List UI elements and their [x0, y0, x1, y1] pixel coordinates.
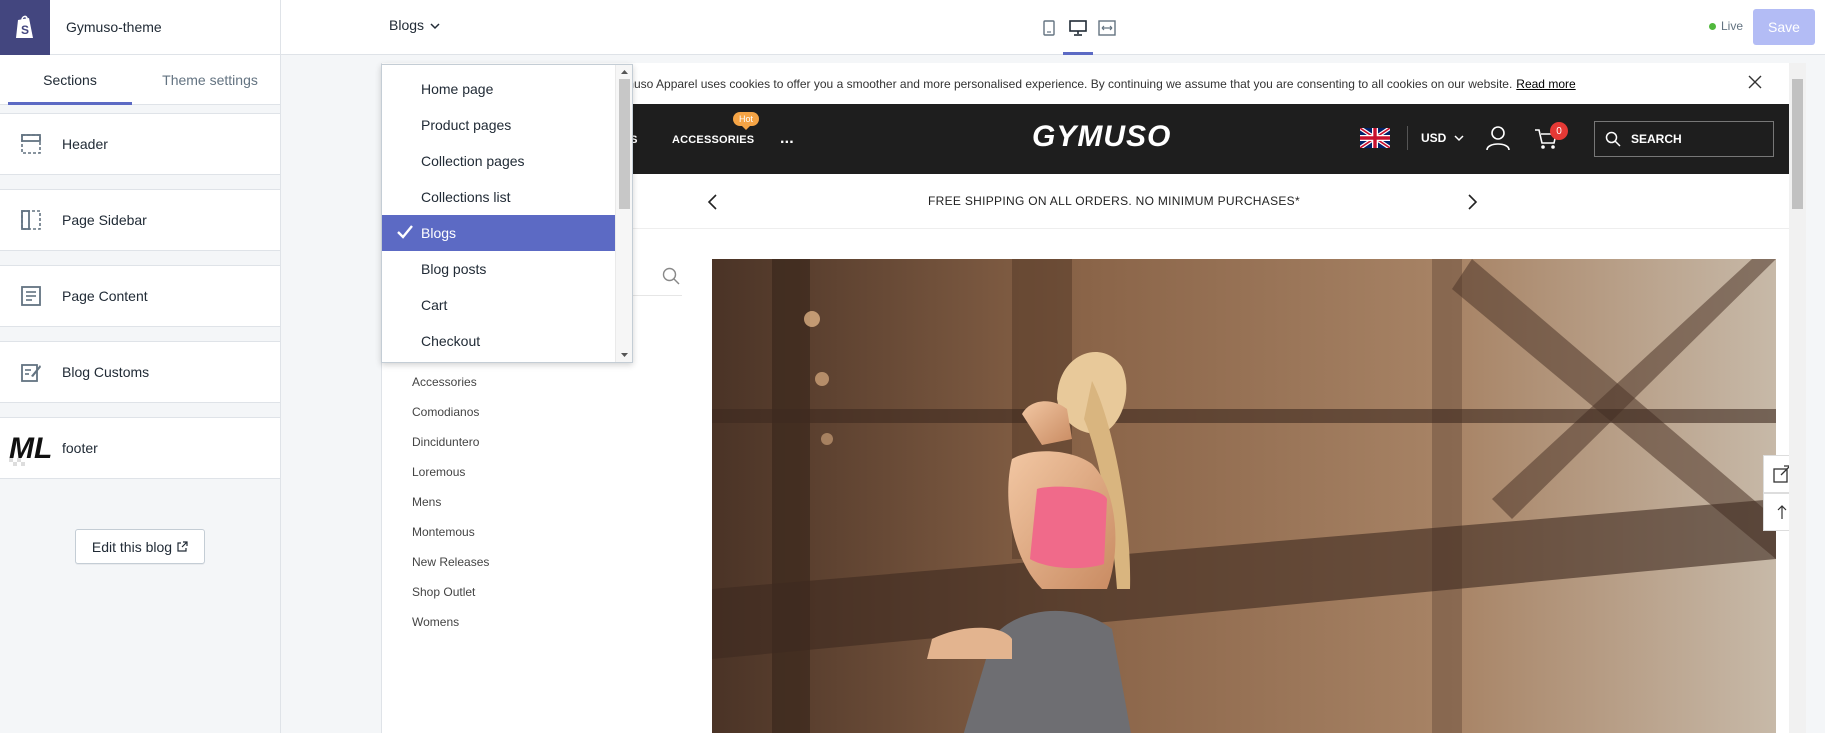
hot-badge: Hot: [733, 112, 760, 130]
category-link[interactable]: Accessories: [412, 375, 489, 405]
section-item-footer[interactable]: ML footer: [0, 417, 280, 479]
edit-note-icon: [0, 361, 62, 383]
option-label: Collection pages: [421, 153, 525, 169]
editor-sidebar: S Gymuso-theme Sections Theme settings H…: [0, 0, 281, 733]
dropdown-option[interactable]: Cart: [382, 287, 615, 323]
checkmark-icon: [397, 225, 413, 242]
promo-text: FREE SHIPPING ON ALL ORDERS. NO MINIMUM …: [928, 194, 1300, 208]
dropdown-option[interactable]: Blog posts: [382, 251, 615, 287]
tab-sections[interactable]: Sections: [0, 55, 140, 105]
category-link[interactable]: Mens: [412, 495, 489, 525]
category-link[interactable]: Womens: [412, 615, 489, 645]
section-item-header[interactable]: Header: [0, 113, 280, 175]
chevron-right-icon[interactable]: [1465, 192, 1485, 212]
chevron-left-icon[interactable]: [706, 192, 726, 212]
nav-more[interactable]: ...: [780, 130, 794, 148]
external-link-icon: [177, 539, 188, 555]
search-icon: [1605, 131, 1621, 147]
option-label: Home page: [421, 81, 494, 97]
preview-scroll-thumb[interactable]: [1792, 79, 1803, 209]
category-link[interactable]: Shop Outlet: [412, 585, 489, 615]
blog-hero-image[interactable]: [712, 259, 1776, 733]
close-icon[interactable]: [1748, 75, 1764, 91]
dropdown-scroll-thumb[interactable]: [619, 79, 630, 209]
sidebar-layout-icon: [0, 209, 62, 231]
page-select-value: Blogs: [389, 17, 425, 33]
currency-value: USD: [1421, 131, 1447, 145]
option-label: Product pages: [421, 117, 512, 133]
page-type-select[interactable]: Blogs: [389, 17, 440, 33]
ml-logo-thumbnail: ML: [0, 428, 62, 468]
editor-topbar: Blogs Live Save: [281, 0, 1825, 55]
cookie-read-more-link[interactable]: Read more: [1516, 77, 1575, 91]
edit-blog-button[interactable]: Edit this blog: [75, 529, 205, 564]
sidebar-header: S Gymuso-theme: [0, 0, 280, 55]
search-icon[interactable]: [662, 267, 680, 290]
option-label: Blogs: [421, 225, 457, 241]
dropdown-option-selected[interactable]: Blogs: [382, 215, 615, 251]
section-item-page-content[interactable]: Page Content: [0, 265, 280, 327]
save-button[interactable]: Save: [1753, 9, 1815, 45]
option-label: Collections list: [421, 189, 511, 205]
section-item-page-sidebar[interactable]: Page Sidebar: [0, 189, 280, 251]
active-device-indicator: [1063, 52, 1093, 55]
section-label: Page Content: [62, 288, 148, 304]
section-item-blog-customs[interactable]: Blog Customs: [0, 341, 280, 403]
cart-count-badge: 0: [1550, 122, 1568, 140]
theme-name: Gymuso-theme: [66, 19, 162, 35]
preview-scrollbar[interactable]: [1789, 63, 1806, 733]
desktop-icon[interactable]: [1064, 15, 1092, 41]
category-link[interactable]: Comodianos: [412, 405, 489, 435]
scroll-down-icon[interactable]: [617, 350, 632, 360]
account-icon[interactable]: [1485, 125, 1511, 156]
uk-flag-icon[interactable]: [1358, 126, 1392, 150]
option-label: Blog posts: [421, 261, 487, 277]
category-link[interactable]: Montemous: [412, 525, 489, 555]
dropdown-option[interactable]: Collections list: [382, 179, 615, 215]
cookie-text: muso Apparel uses cookies to offer you a…: [624, 77, 1513, 91]
section-label: Page Sidebar: [62, 212, 147, 228]
header-divider: [1407, 126, 1408, 150]
dropdown-option[interactable]: Checkout: [382, 323, 615, 359]
dropdown-option[interactable]: Home page: [382, 71, 615, 107]
site-search-input[interactable]: SEARCH: [1594, 121, 1774, 157]
cookie-message: muso Apparel uses cookies to offer you a…: [624, 77, 1576, 91]
live-dot-icon: [1709, 22, 1716, 30]
scroll-up-icon[interactable]: [617, 67, 632, 77]
category-link[interactable]: Loremous: [412, 465, 489, 495]
dropdown-scrollbar[interactable]: [615, 65, 632, 362]
dropdown-option[interactable]: Collection pages: [382, 143, 615, 179]
shopify-logo-icon[interactable]: S: [0, 0, 50, 55]
search-placeholder: SEARCH: [1631, 132, 1682, 146]
live-status: Live: [1709, 19, 1743, 33]
svg-text:ML: ML: [9, 432, 52, 465]
mobile-icon[interactable]: [1035, 15, 1063, 41]
page-type-dropdown: Home page Product pages Collection pages…: [381, 64, 633, 363]
content-layout-icon: [0, 285, 62, 307]
dropdown-option[interactable]: Product pages: [382, 107, 615, 143]
edit-blog-label: Edit this blog: [91, 538, 173, 555]
option-label: Checkout: [421, 333, 481, 349]
tab-theme-settings[interactable]: Theme settings: [140, 55, 280, 104]
header-layout-icon: [0, 133, 62, 155]
category-link[interactable]: New Releases: [412, 555, 489, 585]
option-label: Cart: [421, 297, 448, 313]
section-label: footer: [62, 440, 98, 456]
section-label: Header: [62, 136, 108, 152]
live-label: Live: [1721, 19, 1744, 33]
section-label: Blog Customs: [62, 364, 150, 380]
svg-text:S: S: [21, 23, 29, 37]
fullscreen-icon[interactable]: [1093, 15, 1121, 41]
category-link[interactable]: Dinciduntero: [412, 435, 489, 465]
blog-category-list: Accessories Comodianos Dinciduntero Lore…: [412, 375, 489, 645]
chevron-down-icon: [430, 17, 440, 33]
currency-select[interactable]: USD: [1421, 131, 1464, 145]
chevron-down-icon: [1454, 134, 1464, 141]
nav-item-accessories[interactable]: ACCESSORIES: [672, 134, 754, 146]
site-logo[interactable]: GYMUSO: [1032, 120, 1171, 154]
sidebar-tabs: Sections Theme settings: [0, 55, 280, 105]
